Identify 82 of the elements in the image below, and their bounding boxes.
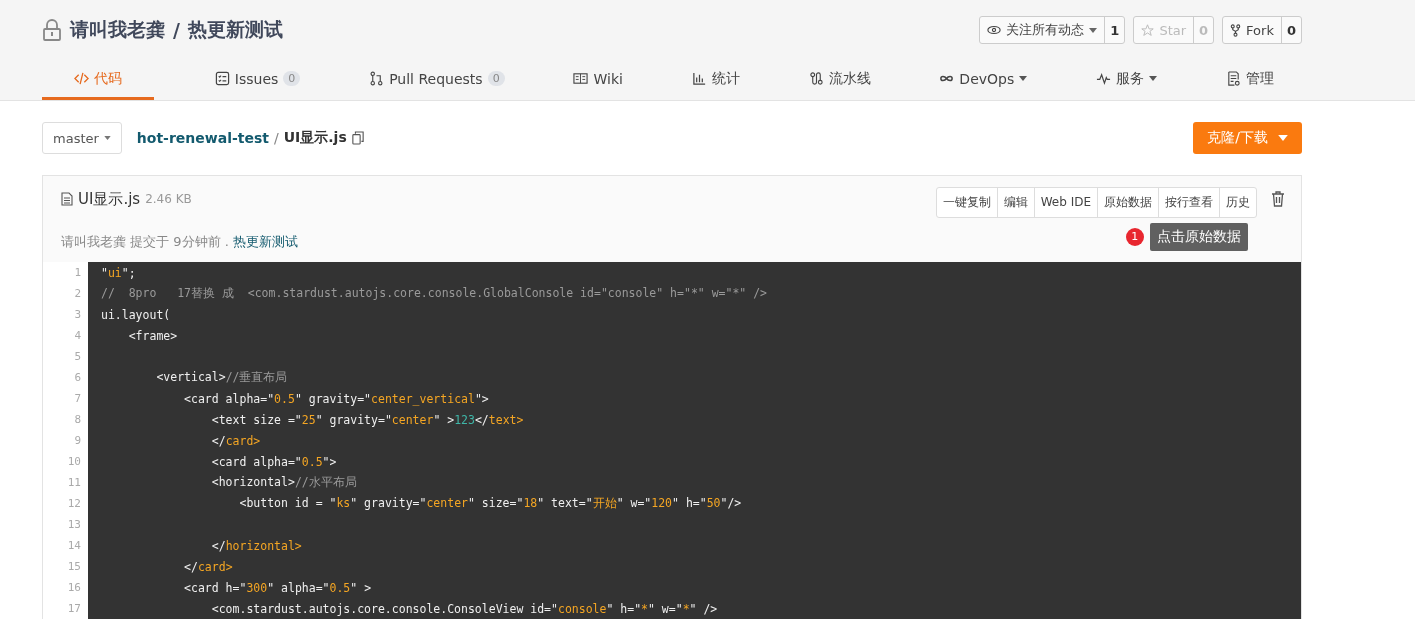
star-icon: [1141, 23, 1155, 37]
tab-icon: [808, 71, 824, 86]
code-line: <card alpha="0.5" gravity="center_vertical">: [183, 391, 490, 406]
line-number: 5: [43, 346, 88, 367]
code-line: <vertical>//垂直布局: [155, 370, 289, 385]
code-line: <text size ="25" gravity="center" >123</text>: [210, 412, 525, 427]
code-line: </card>: [210, 433, 262, 448]
tab-icon: [369, 71, 385, 86]
code-line: <card alpha="0.5">: [210, 454, 338, 469]
caret-icon: [1278, 135, 1288, 141]
fork-icon: [1230, 23, 1242, 37]
repo-owner[interactable]: 请叫我老龚: [70, 17, 165, 43]
watch-button[interactable]: 关注所有动态: [980, 17, 1106, 43]
delete-icon[interactable]: [1271, 191, 1285, 207]
line-number: 14: [43, 535, 88, 556]
nav-tab[interactable]: 服务: [1088, 60, 1166, 100]
line-number: 16: [43, 577, 88, 598]
line-number: 17: [43, 598, 88, 619]
caret-icon: [1089, 27, 1098, 33]
nav-tab[interactable]: DevOps: [931, 60, 1036, 100]
code-line: <frame>: [127, 328, 179, 343]
nav-tab[interactable]: Wiki: [565, 60, 631, 100]
code-line: </card>: [183, 559, 234, 574]
file-action-button[interactable]: 一键复制: [936, 187, 998, 217]
count-badge: 0: [283, 71, 301, 86]
line-number: 4: [43, 325, 88, 346]
code-line: <horizontal>//水平布局: [210, 475, 358, 490]
file-icon: [61, 192, 73, 206]
line-number: 12: [43, 493, 88, 514]
social-count[interactable]: 0: [1281, 17, 1301, 43]
tab-icon: [1096, 71, 1112, 86]
copy-icon[interactable]: [351, 131, 364, 145]
line-number: 11: [43, 472, 88, 493]
file-action-button[interactable]: 按行查看: [1159, 187, 1220, 217]
line-number: 3: [43, 304, 88, 325]
tab-icon: [691, 71, 707, 86]
code-line: </horizontal>: [210, 538, 303, 553]
line-number: 1: [43, 262, 88, 283]
file-title: UI显示.js: [78, 189, 141, 209]
nav-tab[interactable]: 流水线: [800, 60, 879, 100]
caret-icon: [103, 136, 111, 140]
code-line: "ui";: [100, 265, 137, 280]
line-number: 8: [43, 409, 88, 430]
line-number: 6: [43, 367, 88, 388]
repo-name[interactable]: 热更新测试: [187, 17, 283, 43]
fork-button[interactable]: Fork: [1223, 17, 1282, 43]
code-line: ui.layout(: [100, 307, 172, 322]
line-number: 13: [43, 514, 88, 535]
branch-dropdown[interactable]: master: [42, 122, 122, 154]
repo-link[interactable]: hot-renewal-test: [136, 130, 269, 146]
tab-icon: [74, 71, 89, 86]
social-count[interactable]: 1: [1105, 17, 1125, 43]
code-line: <card h="300" alpha="0.5" >: [183, 580, 373, 595]
commit-message-link[interactable]: 热更新测试: [232, 233, 298, 251]
file-size: 2.46 KB: [145, 192, 192, 206]
code-line: <com.stardust.autojs.core.console.ConsoleView id="console" h="*" w="*" />: [210, 601, 719, 616]
file-action-button[interactable]: 编辑: [997, 187, 1035, 217]
line-number: 2: [43, 283, 88, 304]
code-line: // 8pro 17替换 成 <com.stardust.autojs.core.console.GlobalConsole id="console" h="*" w="*" />: [100, 286, 769, 301]
line-number: 15: [43, 556, 88, 577]
count-badge: 0: [487, 71, 505, 86]
nav-tab[interactable]: 管理: [1217, 60, 1282, 100]
tooltip: 点击原始数据: [1149, 222, 1248, 251]
tab-icon: [1225, 71, 1241, 86]
step-badge: 1: [1125, 227, 1144, 246]
nav-tab[interactable]: Issues 0: [206, 60, 309, 100]
tab-icon: [214, 71, 230, 86]
nav-tab[interactable]: Pull Requests 0: [361, 60, 513, 100]
line-number: 9: [43, 430, 88, 451]
line-number: 10: [43, 451, 88, 472]
path-separator: /: [274, 130, 279, 146]
title-separator: /: [173, 19, 180, 41]
nav-tab[interactable]: 统计: [683, 60, 748, 100]
file-action-button[interactable]: 历史: [1220, 187, 1256, 217]
code-line: <button id = "ks" gravity="center" size="18" text="开始" w="120" h="50"/>: [238, 496, 743, 511]
line-number: 7: [43, 388, 88, 409]
file-action-button[interactable]: 原始数据: [1098, 187, 1159, 217]
eye-icon: [987, 25, 1002, 35]
file-name: UI显示.js: [283, 129, 347, 147]
tab-icon: [573, 71, 589, 86]
file-action-button[interactable]: Web IDE: [1034, 187, 1098, 217]
commit-info: 请叫我老龚 提交于 9分钟前 .: [61, 233, 229, 251]
